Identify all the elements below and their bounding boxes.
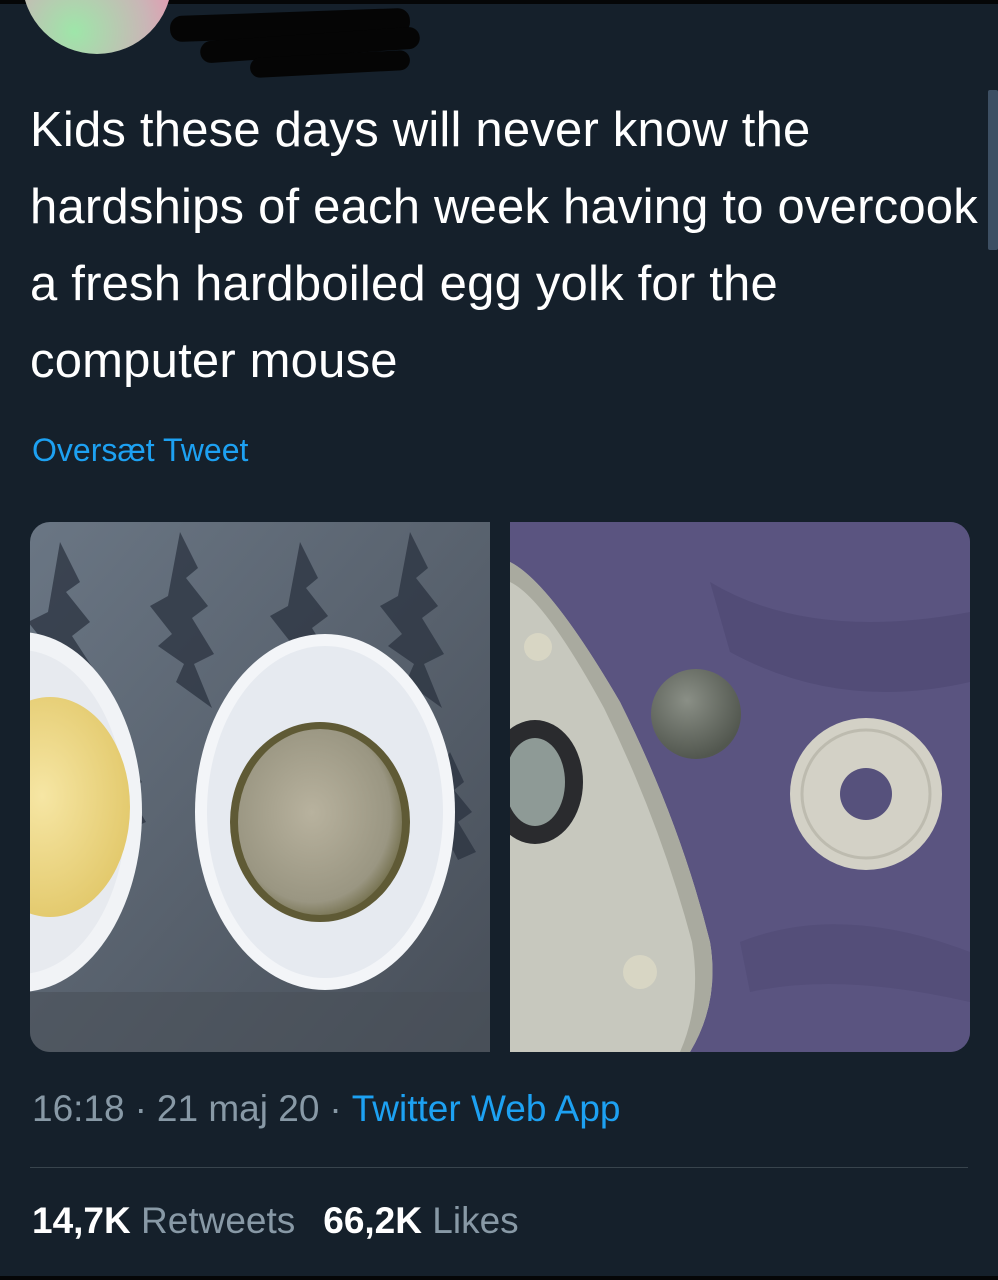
mouse-ball-photo[interactable] xyxy=(510,522,970,1052)
user-avatar[interactable] xyxy=(22,0,172,54)
tweet-meta: 16:18 · 21 maj 20 · Twitter Web App xyxy=(32,1088,620,1130)
meta-separator: · xyxy=(329,1088,342,1129)
likes-stat[interactable]: 66,2K Likes xyxy=(323,1200,518,1241)
screen-edge-bottom xyxy=(0,1276,998,1280)
tweet-media xyxy=(30,522,970,1052)
retweets-stat[interactable]: 14,7K Retweets xyxy=(32,1200,295,1241)
tweet-source-link[interactable]: Twitter Web App xyxy=(352,1088,621,1129)
redacted-username xyxy=(160,0,421,86)
tweet-stats: 14,7K Retweets 66,2K Likes xyxy=(32,1200,547,1242)
meta-separator: · xyxy=(134,1088,147,1129)
retweets-count: 14,7K xyxy=(32,1200,131,1241)
tweet-date[interactable]: 21 maj 20 xyxy=(157,1088,320,1129)
likes-label: Likes xyxy=(432,1200,519,1241)
scroll-indicator[interactable] xyxy=(988,90,998,250)
likes-count: 66,2K xyxy=(323,1200,422,1241)
egg-photo[interactable] xyxy=(30,522,490,1052)
divider xyxy=(30,1167,968,1168)
retweets-label: Retweets xyxy=(141,1200,296,1241)
tweet-text: Kids these days will never know the hard… xyxy=(30,103,978,388)
tweet-time[interactable]: 16:18 xyxy=(32,1088,125,1129)
translate-tweet-link[interactable]: Oversæt Tweet xyxy=(32,432,248,469)
